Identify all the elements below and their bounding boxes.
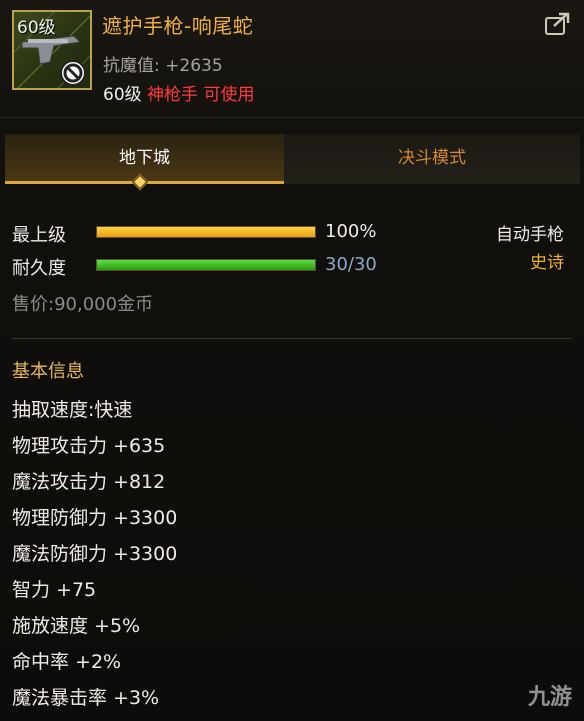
attribute-draw-speed: 抽取速度:快速 xyxy=(12,399,133,421)
attribute-physical-defense: 物理防御力 +3300 xyxy=(12,507,178,529)
sell-price: 售价:90,000金币 xyxy=(12,294,154,315)
grade-bar-fill xyxy=(97,227,315,237)
durability-label: 耐久度 xyxy=(12,258,66,279)
durability-bar xyxy=(96,259,316,271)
attribute-list: 抽取速度:快速 物理攻击力 +635 魔法攻击力 +812 物理防御力 +330… xyxy=(12,395,177,719)
attribute-magic-defense: 魔法防御力 +3300 xyxy=(12,543,178,565)
required-level: 60级 xyxy=(103,85,142,105)
magic-resist-stat: 抗魔值: +2635 xyxy=(103,51,223,76)
durability-bar-fill xyxy=(97,260,315,270)
required-class: 神枪手 可使用 xyxy=(147,85,255,105)
section-divider xyxy=(12,338,572,339)
grade-label: 最上级 xyxy=(12,225,66,246)
item-level-badge: 60级 xyxy=(17,18,56,38)
durability-value: 30/30 xyxy=(325,254,377,275)
grade-bar xyxy=(96,226,316,238)
item-tooltip-panel: 60级 遮护手枪-响尾蛇 抗魔值: +2635 60级 神枪手 可使用 地下城 … xyxy=(0,0,584,721)
weapon-type: 自动手枪 xyxy=(496,225,564,245)
attribute-physical-attack: 物理攻击力 +635 xyxy=(12,435,166,457)
tab-duel-mode[interactable]: 决斗模式 xyxy=(284,134,580,184)
watermark-logo: 九游 xyxy=(527,685,572,710)
share-icon[interactable] xyxy=(544,12,570,36)
attribute-magic-crit: 魔法暴击率 +3% xyxy=(12,687,160,709)
attribute-intelligence: 智力 +75 xyxy=(12,579,97,601)
mode-tabs: 地下城 决斗模式 xyxy=(0,134,584,184)
item-icon[interactable]: 60级 xyxy=(12,10,92,90)
item-name: 遮护手枪-响尾蛇 xyxy=(102,14,254,38)
magic-resist-value: +2635 xyxy=(165,56,223,76)
rarity-label: 史诗 xyxy=(530,253,564,273)
magic-resist-label: 抗魔值: xyxy=(103,56,160,76)
attribute-cast-speed: 施放速度 +5% xyxy=(12,615,141,637)
attribute-magic-attack: 魔法攻击力 +812 xyxy=(12,471,166,493)
forbidden-icon xyxy=(60,60,86,86)
grade-percent: 100% xyxy=(325,221,377,242)
attribute-hit-rate: 命中率 +2% xyxy=(12,651,122,673)
tab-dungeon[interactable]: 地下城 xyxy=(5,134,284,184)
class-requirement: 60级 神枪手 可使用 xyxy=(103,80,254,105)
basic-info-title: 基本信息 xyxy=(12,361,84,382)
item-header: 60级 遮护手枪-响尾蛇 抗魔值: +2635 60级 神枪手 可使用 xyxy=(0,0,584,118)
